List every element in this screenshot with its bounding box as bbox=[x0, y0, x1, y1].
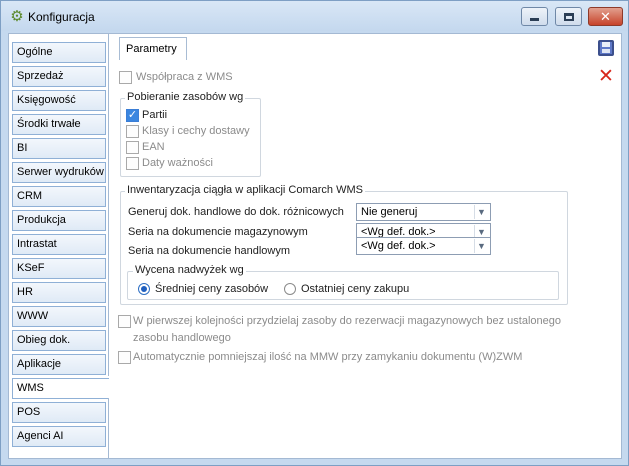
nav-item-hr[interactable]: HR bbox=[12, 282, 106, 303]
wms-coop-label: Współpraca z WMS bbox=[136, 71, 233, 83]
close-icon: ✕ bbox=[600, 9, 611, 24]
close-button[interactable]: ✕ bbox=[588, 7, 623, 26]
save-button[interactable] bbox=[595, 37, 617, 59]
cancel-button[interactable]: ✕ bbox=[595, 65, 617, 87]
gear-icon: ⚙ bbox=[10, 8, 24, 25]
save-icon bbox=[598, 40, 614, 56]
ean-label: EAN bbox=[142, 141, 165, 153]
nav-divider bbox=[108, 34, 109, 376]
seria-handl-select[interactable]: <Wg def. dok.> ▼ bbox=[356, 237, 491, 255]
generuj-select[interactable]: Nie generuj ▼ bbox=[356, 203, 491, 221]
ostatnia-cena-radio[interactable] bbox=[284, 283, 296, 295]
nav-item-www[interactable]: WWW bbox=[12, 306, 106, 327]
nav-divider bbox=[108, 398, 109, 458]
cancel-icon: ✕ bbox=[598, 65, 614, 87]
nav-item-pos[interactable]: POS bbox=[12, 402, 106, 423]
window-title: Konfiguracja bbox=[28, 10, 95, 24]
ostatnia-cena-label: Ostatniej ceny zakupu bbox=[301, 283, 410, 295]
seria-handl-value: <Wg def. dok.> bbox=[361, 240, 436, 252]
generuj-label: Generuj dok. handlowe do dok. różnicowyc… bbox=[128, 206, 344, 218]
pobieranie-legend: Pobieranie zasobów wg bbox=[125, 91, 246, 103]
pomniejszaj-label: Automatycznie pomniejszaj ilość na MMW p… bbox=[133, 351, 523, 363]
seria-handl-label: Seria na dokumencie handlowym bbox=[128, 245, 291, 257]
nav-item-crm[interactable]: CRM bbox=[12, 186, 106, 207]
srednia-cena-radio[interactable] bbox=[138, 283, 150, 295]
klasy-cechy-checkbox[interactable] bbox=[126, 125, 139, 138]
seria-mag-label: Seria na dokumencie magazynowym bbox=[128, 226, 308, 238]
nav-item-sprzedaz[interactable]: Sprzedaż bbox=[12, 66, 106, 87]
przydzielaj-checkbox[interactable] bbox=[118, 315, 131, 328]
minimize-button[interactable] bbox=[521, 7, 548, 26]
nav-item-srodki-trwale[interactable]: Środki trwałe bbox=[12, 114, 106, 135]
pomniejszaj-checkbox[interactable] bbox=[118, 351, 131, 364]
nav-item-bi[interactable]: BI bbox=[12, 138, 106, 159]
maximize-icon bbox=[563, 12, 574, 21]
nav-item-aplikacje[interactable]: Aplikacje bbox=[12, 354, 106, 375]
inwentaryzacja-legend: Inwentaryzacja ciągła w aplikacji Comarc… bbox=[125, 184, 365, 196]
przydzielaj-label-line1: W pierwszej kolejności przydzielaj zasob… bbox=[133, 315, 561, 327]
wycena-legend: Wycena nadwyżek wg bbox=[133, 264, 246, 276]
nav-item-obieg-dok[interactable]: Obieg dok. bbox=[12, 330, 106, 351]
nav-item-produkcja[interactable]: Produkcja bbox=[12, 210, 106, 231]
nav-item-ogolne[interactable]: Ogólne bbox=[12, 42, 106, 63]
nav-item-intrastat[interactable]: Intrastat bbox=[12, 234, 106, 255]
minimize-icon bbox=[530, 18, 539, 21]
category-nav: Ogólne Sprzedaż Księgowość Środki trwałe… bbox=[9, 34, 109, 458]
nav-item-agenci-ai[interactable]: Agenci AI bbox=[12, 426, 106, 447]
tab-parametry[interactable]: Parametry bbox=[119, 37, 187, 60]
klasy-cechy-label: Klasy i cechy dostawy bbox=[142, 125, 250, 137]
nav-item-serwer-wydrukow[interactable]: Serwer wydruków bbox=[12, 162, 106, 183]
partii-checkbox[interactable]: ✓ bbox=[126, 109, 139, 122]
nav-item-ksef[interactable]: KSeF bbox=[12, 258, 106, 279]
chevron-down-icon: ▼ bbox=[474, 239, 488, 253]
ean-checkbox[interactable] bbox=[126, 141, 139, 154]
srednia-cena-label: Średniej ceny zasobów bbox=[155, 283, 269, 295]
maximize-button[interactable] bbox=[555, 7, 582, 26]
generuj-value: Nie generuj bbox=[361, 206, 418, 218]
nav-item-wms[interactable]: WMS bbox=[12, 378, 109, 399]
nav-item-ksiegowosc[interactable]: Księgowość bbox=[12, 90, 106, 111]
przydzielaj-label-line2: zasobu handlowego bbox=[133, 332, 231, 344]
partii-label: Partii bbox=[142, 109, 168, 121]
configuration-window: ⚙ Konfiguracja ✕ Ogólne Sprzedaż Księgow… bbox=[0, 0, 629, 466]
wms-coop-checkbox[interactable] bbox=[119, 71, 132, 84]
chevron-down-icon: ▼ bbox=[474, 205, 488, 219]
title-bar[interactable]: ⚙ Konfiguracja ✕ bbox=[1, 1, 628, 31]
daty-waznosci-checkbox[interactable] bbox=[126, 157, 139, 170]
daty-waznosci-label: Daty ważności bbox=[142, 157, 213, 169]
